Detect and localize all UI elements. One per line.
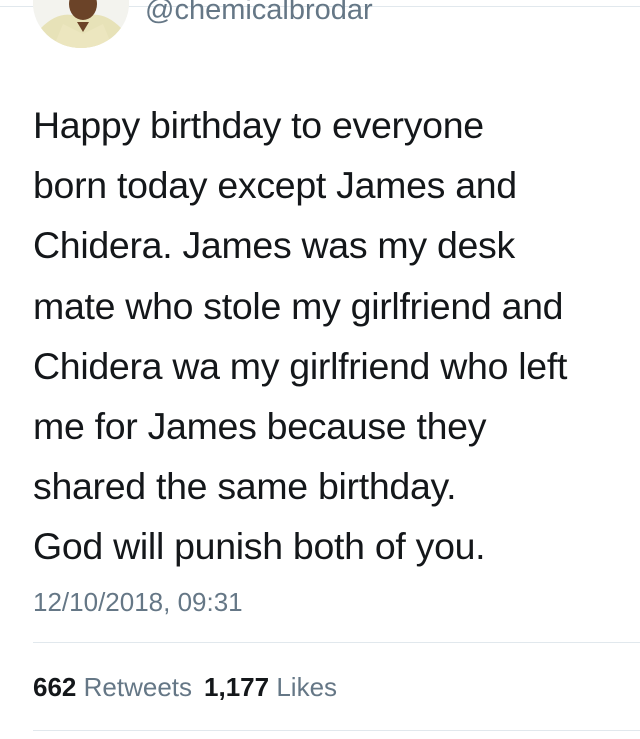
tweet-detail: @chemicalbrodar Happy birthday to everyo… [0, 0, 640, 739]
tweet-timestamp[interactable]: 12/10/2018, 09:31 [33, 582, 243, 622]
avatar[interactable] [33, 0, 129, 48]
retweets-count: 662 [33, 672, 77, 702]
likes-stat[interactable]: 1,177 Likes [204, 667, 337, 707]
retweets-stat[interactable]: 662 Retweets [33, 667, 192, 707]
divider [33, 730, 640, 731]
tweet-stats: 662 Retweets 1,177 Likes [33, 667, 349, 707]
likes-count: 1,177 [204, 672, 270, 702]
likes-label: Likes [276, 672, 338, 702]
user-handle[interactable]: @chemicalbrodar [145, 0, 373, 28]
retweets-label: Retweets [83, 672, 193, 702]
avatar-image [33, 0, 129, 48]
tweet-text: Happy birthday to everyone born today ex… [33, 104, 568, 568]
divider [33, 642, 640, 643]
